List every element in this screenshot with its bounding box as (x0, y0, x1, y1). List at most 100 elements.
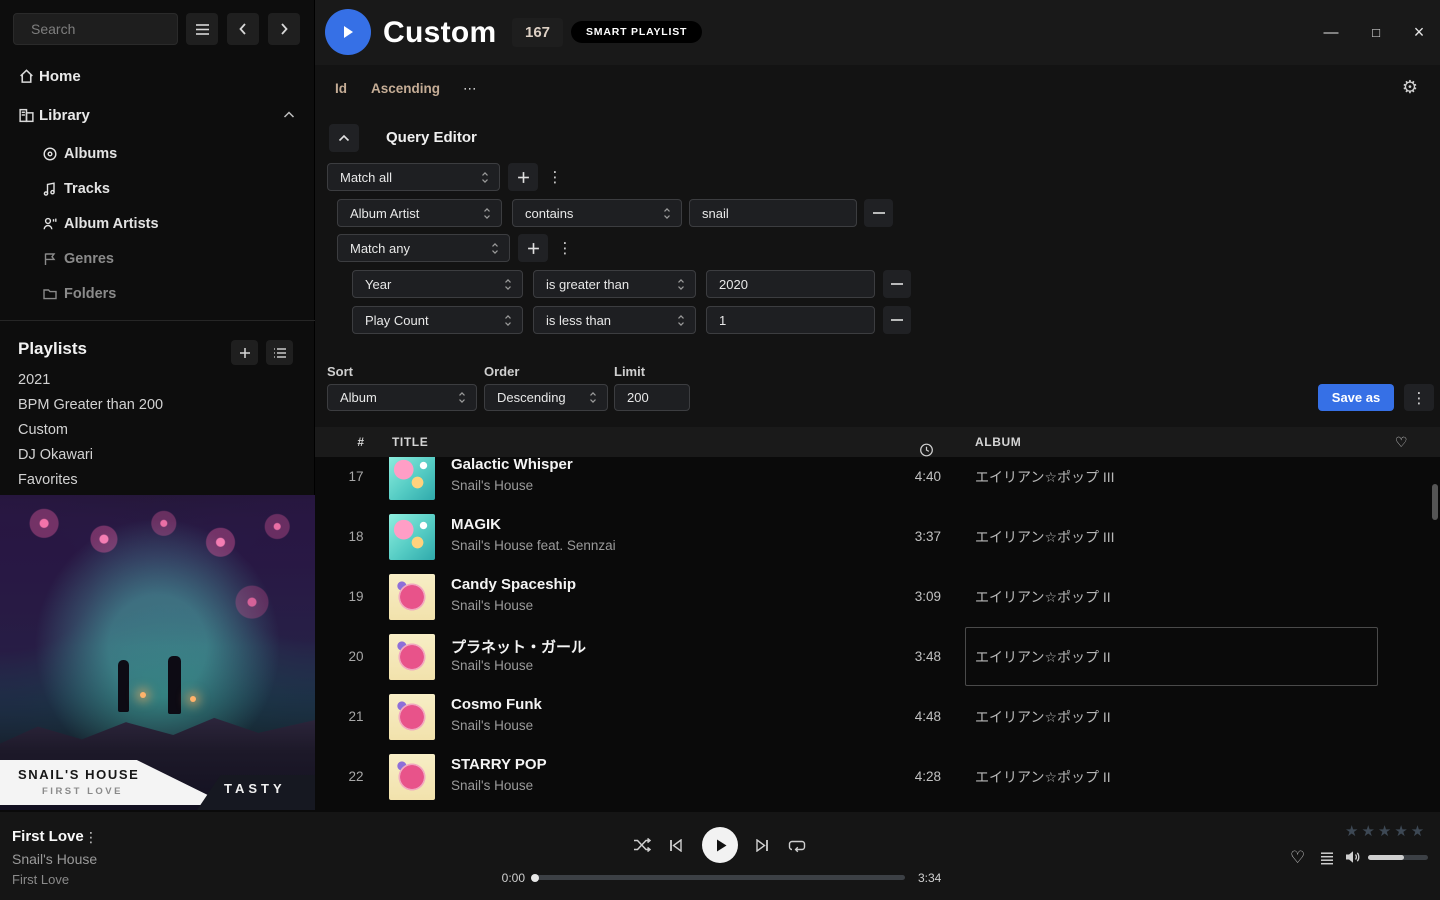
rule-field-select[interactable]: Album Artist (337, 199, 502, 227)
rule-operator-select[interactable]: contains (512, 199, 682, 227)
scrollbar-thumb[interactable] (1432, 484, 1438, 520)
add-playlist-button[interactable] (231, 340, 258, 365)
menu-button[interactable] (186, 13, 218, 45)
now-playing-artwork[interactable]: SNAIL'S HOUSE FIRST LOVE TASTY (0, 495, 315, 810)
clock-icon[interactable] (919, 435, 934, 465)
playlist-header: Custom 167 SMART PLAYLIST — □ × (315, 0, 1440, 65)
column-header-title[interactable]: TITLE (392, 427, 428, 457)
play-playlist-button[interactable] (325, 9, 371, 55)
sidebar-item-library[interactable]: Library (0, 101, 315, 129)
sidebar-item-tracks[interactable]: Tracks (0, 177, 315, 201)
updown-arrows-icon (491, 242, 499, 255)
rule-value-field[interactable] (689, 199, 857, 227)
match-type-select-group1[interactable]: Match all (327, 163, 500, 191)
playlist-item[interactable]: Favorites (18, 472, 298, 490)
table-row[interactable]: 20 プラネット・ガール Snail's House 3:48 エイリアン☆ポッ… (315, 627, 1440, 687)
track-duration: 3:09 (875, 567, 941, 627)
rule-value-field[interactable] (706, 270, 875, 298)
column-header-album[interactable]: ALBUM (975, 427, 1021, 457)
minimize-button[interactable]: — (1315, 16, 1347, 48)
gear-icon[interactable]: ⚙ (1402, 65, 1418, 112)
sort-direction-button[interactable]: Ascending (371, 65, 440, 112)
track-artist: Snail's House (451, 478, 533, 493)
track-album[interactable]: エイリアン☆ポップ II (975, 687, 1111, 747)
repeat-icon[interactable] (788, 838, 806, 853)
select-value: is greater than (546, 277, 677, 292)
next-track-icon[interactable] (755, 839, 769, 852)
track-artist: Snail's House (451, 778, 533, 793)
seek-thumb[interactable] (531, 874, 539, 882)
add-rule-button-group2[interactable] (518, 234, 548, 262)
previous-track-icon[interactable] (669, 839, 683, 852)
heart-column-icon[interactable]: ♡ (1395, 427, 1408, 457)
playlist-item[interactable]: DJ Okawari (18, 447, 298, 465)
sidebar-item-folders[interactable]: Folders (0, 282, 315, 306)
track-artist: Snail's House (451, 658, 533, 673)
order-select[interactable]: Descending (484, 384, 608, 411)
play-pause-button[interactable] (702, 827, 738, 863)
track-album[interactable]: エイリアン☆ポップ II (975, 567, 1111, 627)
add-rule-button-group1[interactable] (508, 163, 538, 191)
search-input[interactable] (31, 21, 212, 37)
match-type-select-group2[interactable]: Match any (337, 234, 510, 262)
save-as-button[interactable]: Save as (1318, 384, 1394, 411)
table-row[interactable]: 19 Candy Spaceship Snail's House 3:09 エイ… (315, 567, 1440, 627)
group2-menu-button[interactable]: ⋮ (558, 234, 572, 262)
playlist-item[interactable]: BPM Greater than 200 (18, 397, 298, 415)
rule-value-field[interactable] (706, 306, 875, 334)
search-box[interactable] (13, 13, 178, 45)
forward-button[interactable] (268, 13, 300, 45)
rule-field-select[interactable]: Year (352, 270, 523, 298)
rule-value-input[interactable] (707, 271, 874, 297)
remove-rule-button[interactable] (883, 306, 911, 334)
back-button[interactable] (227, 13, 259, 45)
shuffle-icon[interactable] (633, 837, 651, 853)
sidebar-item-albums[interactable]: Albums (0, 142, 315, 166)
track-title: Candy Spaceship (451, 576, 576, 593)
favorite-heart-icon[interactable]: ♡ (1290, 848, 1305, 868)
home-icon (18, 68, 35, 85)
query-collapse-button[interactable] (329, 124, 359, 152)
playlist-list-button[interactable] (266, 340, 293, 365)
playlist-item[interactable]: Custom (18, 422, 298, 440)
queue-icon[interactable] (1320, 852, 1334, 865)
volume-slider[interactable] (1368, 855, 1428, 860)
rule-field-select[interactable]: Play Count (352, 306, 523, 334)
rule-value-input[interactable] (690, 200, 856, 226)
limit-label: Limit (614, 364, 645, 379)
seek-bar[interactable] (535, 875, 905, 880)
track-album[interactable]: エイリアン☆ポップ II (975, 747, 1111, 807)
volume-icon[interactable] (1345, 850, 1362, 864)
sidebar-item-home[interactable]: Home (0, 62, 315, 90)
remove-rule-button[interactable] (864, 199, 893, 227)
group1-menu-button[interactable]: ⋮ (548, 163, 562, 191)
close-button[interactable]: × (1403, 16, 1435, 48)
rule-value-input[interactable] (707, 307, 874, 333)
table-row[interactable]: 21 Cosmo Funk Snail's House 4:48 エイリアン☆ポ… (315, 687, 1440, 747)
sidebar-item-label: Album Artists (64, 216, 159, 232)
sort-field-button[interactable]: Id (335, 65, 347, 112)
limit-input[interactable] (615, 385, 689, 410)
playlist-item[interactable]: 2021 (18, 372, 298, 390)
maximize-button[interactable]: □ (1360, 16, 1392, 48)
rating-stars[interactable]: ★★★★★ (1345, 822, 1427, 840)
app-window: Home Library Albums Tracks Album Artists… (0, 0, 1440, 900)
table-row[interactable]: 18 MAGIK Snail's House feat. Sennzai 3:3… (315, 507, 1440, 567)
track-album[interactable]: エイリアン☆ポップ III (975, 507, 1115, 567)
save-menu-button[interactable]: ⋮ (1404, 384, 1434, 411)
collapse-chevron-icon[interactable] (283, 111, 295, 119)
remove-rule-button[interactable] (883, 270, 911, 298)
sidebar-item-album-artists[interactable]: Album Artists (0, 212, 315, 236)
updown-arrows-icon (458, 391, 466, 404)
sidebar: Home Library Albums Tracks Album Artists… (0, 0, 315, 810)
toolbar-more-button[interactable]: ⋯ (463, 65, 478, 112)
rule-operator-select[interactable]: is less than (533, 306, 696, 334)
album-cell-focus-outline (965, 627, 1378, 686)
sidebar-item-genres[interactable]: Genres (0, 247, 315, 271)
now-playing-menu-button[interactable]: ⋮ (84, 829, 98, 846)
table-row[interactable]: 22 STARRY POP Snail's House 4:28 エイリアン☆ポ… (315, 747, 1440, 807)
rule-operator-select[interactable]: is greater than (533, 270, 696, 298)
column-header-index[interactable]: # (351, 427, 371, 457)
sort-select[interactable]: Album (327, 384, 477, 411)
limit-field[interactable] (614, 384, 690, 411)
